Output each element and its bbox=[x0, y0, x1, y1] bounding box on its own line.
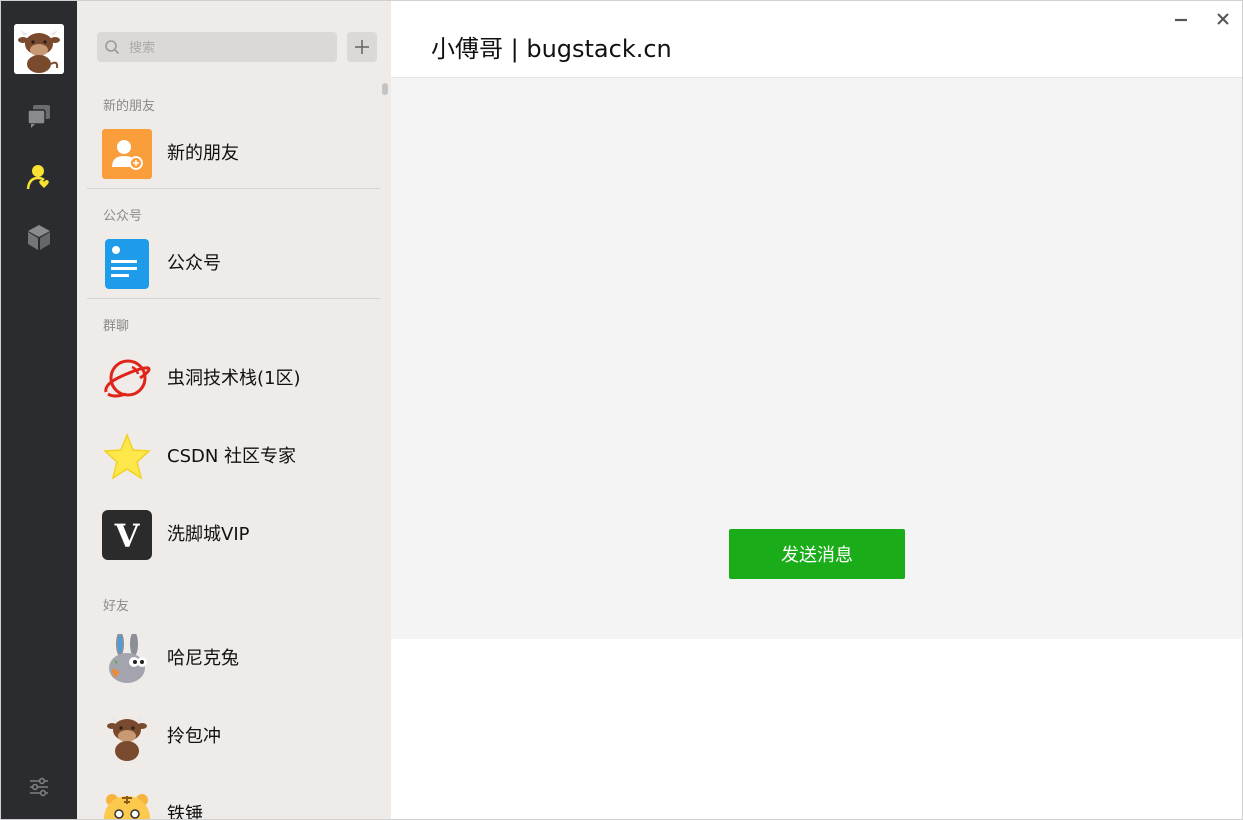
article-icon bbox=[105, 239, 149, 289]
nav-contacts-button[interactable] bbox=[21, 159, 57, 195]
list-item-label: 新的朋友 bbox=[167, 143, 239, 164]
v-logo-icon: V bbox=[102, 510, 152, 560]
nav-chat-button[interactable] bbox=[21, 98, 57, 134]
list-item-group[interactable]: V 洗脚城VIP bbox=[87, 503, 380, 567]
list-item-group[interactable]: 虫洞技术栈(1区) bbox=[87, 347, 380, 411]
contact-list-panel: 新的朋友 新的朋友 公众号 bbox=[77, 1, 391, 820]
close-button[interactable] bbox=[1213, 9, 1233, 29]
list-item-public-account[interactable]: 公众号 bbox=[87, 232, 380, 296]
user-avatar[interactable] bbox=[14, 24, 64, 74]
settings-button[interactable] bbox=[21, 769, 57, 805]
header: 小傅哥 | bugstack.cn bbox=[391, 1, 1242, 78]
planet-icon bbox=[102, 354, 152, 404]
list-item-new-friends[interactable]: 新的朋友 bbox=[87, 122, 380, 186]
list-item-label: 虫洞技术栈(1区) bbox=[167, 368, 301, 389]
list-item-group[interactable]: CSDN 社区专家 bbox=[87, 425, 380, 489]
list-item-friend[interactable]: 哈尼克兔 bbox=[87, 627, 380, 691]
wechat-window: 新的朋友 新的朋友 公众号 bbox=[0, 0, 1243, 820]
sliders-icon bbox=[30, 777, 48, 797]
list-item-label: 铁锤 bbox=[167, 804, 203, 820]
list-item-label: 公众号 bbox=[167, 253, 221, 274]
contact-detail-area: 发送消息 bbox=[391, 78, 1242, 639]
add-friend-icon bbox=[102, 129, 152, 179]
list-item-friend[interactable]: 拎包冲 bbox=[87, 705, 380, 769]
search-icon bbox=[105, 40, 120, 55]
cow-avatar-icon bbox=[14, 24, 64, 74]
section-label-groups: 群聊 bbox=[103, 319, 130, 334]
minimize-icon bbox=[1175, 18, 1187, 22]
plus-icon bbox=[355, 40, 369, 54]
tiger-avatar-icon bbox=[102, 790, 152, 819]
divider bbox=[87, 188, 380, 189]
list-item-label: CSDN 社区专家 bbox=[167, 446, 297, 467]
scrollbar[interactable] bbox=[382, 83, 388, 95]
chat-bubbles-icon bbox=[27, 105, 50, 128]
divider bbox=[87, 298, 380, 299]
cow-avatar-icon bbox=[102, 712, 152, 762]
send-message-button[interactable]: 发送消息 bbox=[729, 529, 905, 579]
contacts-icon bbox=[26, 165, 49, 190]
search-box[interactable] bbox=[97, 32, 337, 62]
search-input[interactable] bbox=[127, 36, 331, 60]
nav-favorites-button[interactable] bbox=[21, 219, 57, 255]
section-label-friends: 好友 bbox=[103, 599, 130, 614]
list-item-label: 拎包冲 bbox=[167, 726, 221, 747]
cube-icon bbox=[28, 225, 50, 250]
star-icon bbox=[102, 432, 152, 482]
close-icon bbox=[1217, 13, 1229, 25]
rabbit-avatar-icon bbox=[102, 634, 152, 684]
section-label-new-friends: 新的朋友 bbox=[103, 99, 156, 114]
page-title: 小傅哥 | bugstack.cn bbox=[431, 35, 672, 63]
main-panel: 小傅哥 | bugstack.cn 发送消息 bbox=[391, 1, 1242, 819]
section-label-public-accounts: 公众号 bbox=[103, 209, 143, 224]
list-item-label: 洗脚城VIP bbox=[167, 524, 250, 545]
svg-text:V: V bbox=[114, 517, 141, 555]
add-contact-button[interactable] bbox=[347, 32, 377, 62]
minimize-button[interactable] bbox=[1171, 9, 1191, 29]
nav-bar bbox=[1, 1, 77, 819]
list-item-friend[interactable]: 铁锤 bbox=[87, 783, 380, 820]
list-item-label: 哈尼克兔 bbox=[167, 648, 239, 669]
